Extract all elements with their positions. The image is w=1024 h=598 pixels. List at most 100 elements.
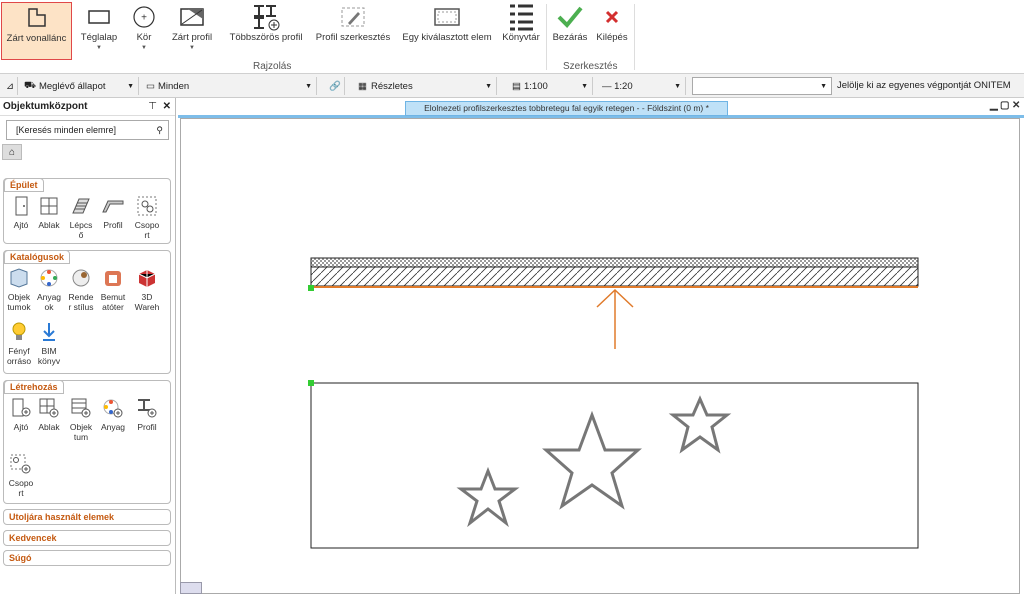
detail-value: Részletes <box>370 80 413 92</box>
item-create-door[interactable]: Ajtó <box>6 397 36 432</box>
item-create-profile[interactable]: Profil <box>132 397 162 432</box>
dropdown-arrow-icon: ▼ <box>305 82 312 90</box>
endpoint-marker[interactable] <box>308 285 314 291</box>
item-create-object[interactable]: Objek tum <box>66 397 96 442</box>
endpoint-marker[interactable] <box>308 380 314 386</box>
state-value: Meglévő állapot <box>38 80 106 92</box>
item-light-sources[interactable]: Fényf orráso <box>4 321 34 366</box>
layer-value: Minden <box>157 80 190 92</box>
item-door[interactable]: Ajtó <box>6 195 36 230</box>
command-input[interactable]: ▼ <box>692 77 832 95</box>
item-group[interactable]: Csopo rt <box>132 195 162 240</box>
layer-icon: ▭ <box>146 80 155 92</box>
item-label: Lépcs ő <box>69 220 93 240</box>
item-label: Objek tumok <box>7 292 31 312</box>
profile-edit-button[interactable]: Profil szerkesztés <box>313 2 393 60</box>
item-create-group[interactable]: Csopo rt <box>6 453 36 498</box>
pin-icon[interactable]: ⊤ <box>148 101 157 112</box>
section-recent[interactable]: Utoljára használt elemek <box>3 509 171 525</box>
section-favorites[interactable]: Kedvencek <box>3 530 171 546</box>
search-icon[interactable]: ⚲ <box>156 125 163 136</box>
item-stairs[interactable]: Lépcs ő <box>66 195 96 240</box>
pin-icon[interactable]: ⊿ <box>2 77 18 95</box>
lightbulb-icon <box>11 321 27 343</box>
item-bim-library[interactable]: BIM könyv <box>34 321 64 366</box>
profile-icon <box>102 195 124 217</box>
dropdown-arrow-icon: ▼ <box>581 82 588 90</box>
search-placeholder: [Keresés minden elemre] <box>16 125 117 135</box>
add-door-icon <box>10 397 32 419</box>
closed-polyline-label: Zárt vonallánc <box>6 33 67 44</box>
closed-profile-button[interactable]: Zárt profil ▼ <box>167 2 217 60</box>
detail-dropdown[interactable]: ▦ Részletes ▼ <box>354 77 497 95</box>
closed-polyline-button[interactable]: Zárt vonallánc <box>1 2 72 60</box>
section-create-title[interactable]: Létrehozás <box>4 380 64 394</box>
item-label: 3D Wareh <box>134 292 160 312</box>
item-materials[interactable]: Anyag ok <box>34 267 64 312</box>
options-toolbar: ⊿ ⛟ Meglévő állapot ▼ ▭ Minden ▼ 🔗 ▦ Rés… <box>0 74 1024 98</box>
wall-section[interactable] <box>310 257 919 288</box>
link-icon[interactable]: 🔗 <box>325 77 345 95</box>
dropdown-arrow-icon: ▼ <box>189 45 195 51</box>
rectangle-button[interactable]: Téglalap ▼ <box>78 2 120 60</box>
scale-value: 1:100 <box>523 80 548 92</box>
item-showroom[interactable]: Bemut atóter <box>98 267 128 312</box>
item-3d-warehouse[interactable]: 3D Wareh <box>132 267 162 312</box>
section-building-title[interactable]: Épület <box>4 178 44 192</box>
exit-button[interactable]: Kilépés <box>593 2 631 60</box>
single-selected-element-button[interactable]: Egy kiválasztott elem <box>398 2 496 60</box>
item-profile[interactable]: Profil <box>98 195 128 230</box>
item-objects[interactable]: Objek tumok <box>4 267 34 312</box>
library-button[interactable]: Könyvtár <box>500 2 542 60</box>
minimize-icon[interactable]: ▁ <box>990 100 998 111</box>
close-icon[interactable]: ✕ <box>1012 100 1020 111</box>
section-create: Létrehozás Ajtó Ablak Objek tum Anyag Pr… <box>3 380 171 504</box>
close-button[interactable]: Bezárás <box>550 2 590 60</box>
item-label: Profil <box>137 422 157 432</box>
add-profile-icon <box>136 397 158 419</box>
item-window[interactable]: Ablak <box>34 195 64 230</box>
item-label: Ablak <box>38 422 60 432</box>
document-tab[interactable]: Elolnezeti profilszerkesztes tobbretegu … <box>405 101 728 116</box>
item-create-window[interactable]: Ablak <box>34 397 64 432</box>
dropdown-arrow-icon: ▼ <box>127 82 134 90</box>
materials-icon <box>39 267 59 289</box>
section-help[interactable]: Súgó <box>3 550 171 566</box>
item-label: Profil <box>103 220 123 230</box>
close-icon[interactable]: ✕ <box>163 101 171 112</box>
profile-frame[interactable] <box>310 382 919 549</box>
profile-edit-label: Profil szerkesztés <box>315 32 391 43</box>
dropdown-arrow-icon: ▼ <box>485 82 492 90</box>
svg-text:+: + <box>141 13 147 24</box>
circle-button[interactable]: + Kör ▼ <box>128 2 160 60</box>
item-label: Bemut atóter <box>100 292 126 312</box>
multi-profile-label: Többszörös profil <box>229 32 303 43</box>
single-selected-element-label: Egy kiválasztott elem <box>402 32 492 43</box>
drawing-canvas[interactable] <box>180 118 1020 594</box>
command-prompt: Jelölje ki az egyenes végpontját ONITEM <box>837 80 1011 91</box>
item-render-style[interactable]: Rende r stílus <box>66 267 96 312</box>
home-icon[interactable]: ⌂ <box>2 144 22 160</box>
ribbon: Zárt vonallánc Téglalap ▼ + Kör ▼ Zárt p… <box>0 0 1024 74</box>
layout-tab-icon[interactable] <box>180 582 202 594</box>
search-input[interactable]: [Keresés minden elemre] ⚲ <box>6 120 169 140</box>
item-create-material[interactable]: Anyag <box>98 397 128 432</box>
state-dropdown[interactable]: ⛟ Meglévő állapot ▼ <box>20 77 139 95</box>
dropdown-arrow-icon: ▼ <box>96 45 102 51</box>
maximize-icon[interactable]: ▢ <box>1000 100 1009 111</box>
rectangle-icon <box>87 2 111 32</box>
item-label: Anyag <box>100 422 126 432</box>
item-label: Anyag ok <box>36 292 62 312</box>
panel-title: Objektumközpont <box>3 101 88 112</box>
dropdown-arrow-icon: ▼ <box>674 82 681 90</box>
section-catalogs-title[interactable]: Katalógusok <box>4 250 71 264</box>
star-shapes[interactable] <box>456 395 732 528</box>
layer-dropdown[interactable]: ▭ Minden ▼ <box>142 77 317 95</box>
group-label-drawing: Rajzolás <box>253 61 292 72</box>
library-label: Könyvtár <box>502 32 540 43</box>
line-scale-dropdown[interactable]: — 1:20 ▼ <box>598 77 686 95</box>
scale-dropdown[interactable]: ▤ 1:100 ▼ <box>508 77 593 95</box>
render-icon <box>71 267 91 289</box>
download-icon <box>41 321 57 343</box>
multi-profile-button[interactable]: Többszörös profil <box>224 2 308 60</box>
